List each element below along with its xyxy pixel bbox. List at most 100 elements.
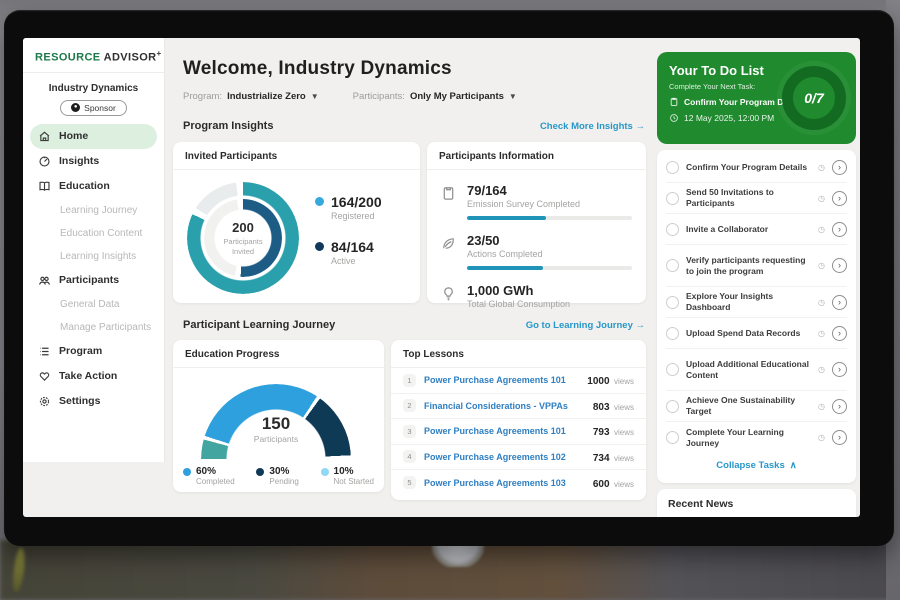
task-label: Send 50 Invitations to Participants [686,187,811,208]
chevron-right-button[interactable]: › [832,160,847,175]
task-checkbox[interactable] [666,327,679,340]
education-progress-card: Education Progress 150 Participants 60%C… [173,340,384,492]
sponsor-icon: ● [71,103,80,112]
legend-item: 60%Completed [183,466,235,486]
program-label: Program: [183,91,222,102]
donut-center: 200 Participants Invited [187,182,299,294]
legend-label: Registered [331,211,382,221]
task-row[interactable]: Upload Additional Educational Content ◷ … [666,349,847,391]
lesson-rank: 5 [403,476,416,489]
task-checkbox[interactable] [666,259,679,272]
sponsor-badge[interactable]: ● Sponsor [60,100,127,116]
task-checkbox[interactable] [666,296,679,309]
task-checkbox[interactable] [666,400,679,413]
lesson-title-link[interactable]: Financial Considerations - VPPAs [424,401,593,411]
todo-panel: Your To Do List Complete Your Next Task:… [652,38,860,517]
task-row[interactable]: Achieve One Sustainability Target ◷ › [666,391,847,422]
lesson-title-link[interactable]: Power Purchase Agreements 101 [424,375,587,385]
app-logo[interactable]: RESOURCE ADVISOR+ [23,38,164,73]
task-checkbox[interactable] [666,161,679,174]
lesson-row[interactable]: 4 Power Purchase Agreements 102 734 view… [391,445,646,471]
sidebar-item-take-action[interactable]: Take Action [23,364,164,389]
chevron-right-button[interactable]: › [832,295,847,310]
monitor-bezel: RESOURCE ADVISOR+ Industry Dynamics ●Spo… [4,10,894,546]
sidebar-item-general-data[interactable]: General Data [23,293,164,316]
chevron-right-button[interactable]: › [832,258,847,273]
sponsor-label: Sponsor [84,103,116,113]
lesson-title-link[interactable]: Power Purchase Agreements 103 [424,478,593,488]
lesson-views: 734 [593,453,610,464]
card-title: Education Progress [173,340,384,368]
sidebar-item-label: Settings [59,395,100,407]
sidebar-item-label: Insights [59,155,99,167]
lesson-row[interactable]: 5 Power Purchase Agreements 103 600 view… [391,470,646,496]
chevron-right-button[interactable]: › [832,326,847,341]
sidebar-item-education-content[interactable]: Education Content [23,222,164,245]
chevron-right-button[interactable]: › [832,191,847,206]
legend-dot [321,468,329,476]
chevron-right-button[interactable]: › [832,362,847,377]
go-to-learning-journey-link[interactable]: Go to Learning Journey → [526,320,645,331]
progress-fill [467,216,546,220]
lesson-title-link[interactable]: Power Purchase Agreements 101 [424,426,593,436]
learning-journey-header: Participant Learning Journey Go to Learn… [183,319,645,331]
list-icon [37,344,51,358]
chevron-right-button[interactable]: › [832,399,847,414]
task-label: Upload Spend Data Records [686,328,811,339]
task-label: Upload Additional Educational Content [686,359,811,380]
sidebar-item-program[interactable]: Program [23,339,164,364]
program-value: Industrialize Zero [227,91,306,102]
task-row[interactable]: Upload Spend Data Records ◷ › [666,318,847,349]
chevron-down-icon: ▼ [311,92,319,101]
education-progress-gauge: 150 Participants [201,384,351,460]
gauge-value: 150 [201,414,351,434]
program-dropdown[interactable]: Program: Industrialize Zero ▼ [183,91,319,102]
sidebar-item-home[interactable]: Home [30,124,157,149]
task-row[interactable]: Send 50 Invitations to Participants ◷ › [666,183,847,214]
recent-news-card: Recent News [657,489,856,517]
task-row[interactable]: Invite a Collaborator ◷ › [666,214,847,245]
stat-value: 79/164 [467,183,632,198]
sidebar-item-insights[interactable]: Insights [23,149,164,174]
task-row[interactable]: Explore Your Insights Dashboard ◷ › [666,287,847,318]
task-row[interactable]: Complete Your Learning Journey ◷ › [666,422,847,453]
clock-icon: ◷ [818,433,825,442]
task-label: Achieve One Sustainability Target [686,395,811,416]
clock-icon: ◷ [818,298,825,307]
task-checkbox[interactable] [666,223,679,236]
lesson-row[interactable]: 3 Power Purchase Agreements 101 793 view… [391,419,646,445]
sidebar-item-learning-insights[interactable]: Learning Insights [23,245,164,268]
sidebar-item-participants[interactable]: Participants [23,268,164,293]
task-label: Explore Your Insights Dashboard [686,291,811,312]
collapse-tasks-link[interactable]: Collapse Tasks∧ [657,453,856,478]
task-label: Verify participants requesting to join t… [686,255,811,276]
sidebar-item-settings[interactable]: Settings [23,389,164,414]
sidebar-item-learning-journey[interactable]: Learning Journey [23,199,164,222]
sidebar-item-label: Participants [59,274,119,286]
todo-progress-ring: 0/7 [782,66,846,130]
lesson-row[interactable]: 1 Power Purchase Agreements 101 1000 vie… [391,368,646,394]
lesson-views-suffix: views [614,377,634,386]
legend-dot [315,242,324,251]
book-icon [37,179,51,193]
lesson-views-suffix: views [614,480,634,489]
task-row[interactable]: Verify participants requesting to join t… [666,245,847,287]
task-checkbox[interactable] [666,192,679,205]
lesson-row[interactable]: 2 Financial Considerations - VPPAs 803 v… [391,394,646,420]
chevron-up-icon: ∧ [790,460,797,471]
sidebar-item-manage-participants[interactable]: Manage Participants [23,316,164,339]
task-checkbox[interactable] [666,431,679,444]
recent-news-title: Recent News [657,489,856,517]
legend-item: 30%Pending [256,466,298,486]
legend-item: 10%Not Started [321,466,374,486]
sidebar-item-education[interactable]: Education [23,174,164,199]
lesson-rank: 1 [403,374,416,387]
task-row[interactable]: Confirm Your Program Details ◷ › [666,152,847,183]
participants-dropdown[interactable]: Participants: Only My Participants ▼ [353,91,517,102]
stat-emission-survey: 79/164 Emission Survey Completed [427,183,646,209]
lesson-title-link[interactable]: Power Purchase Agreements 102 [424,452,593,462]
task-checkbox[interactable] [666,363,679,376]
chevron-right-button[interactable]: › [832,222,847,237]
chevron-right-button[interactable]: › [832,430,847,445]
check-more-insights-link[interactable]: Check More Insights → [540,121,645,132]
